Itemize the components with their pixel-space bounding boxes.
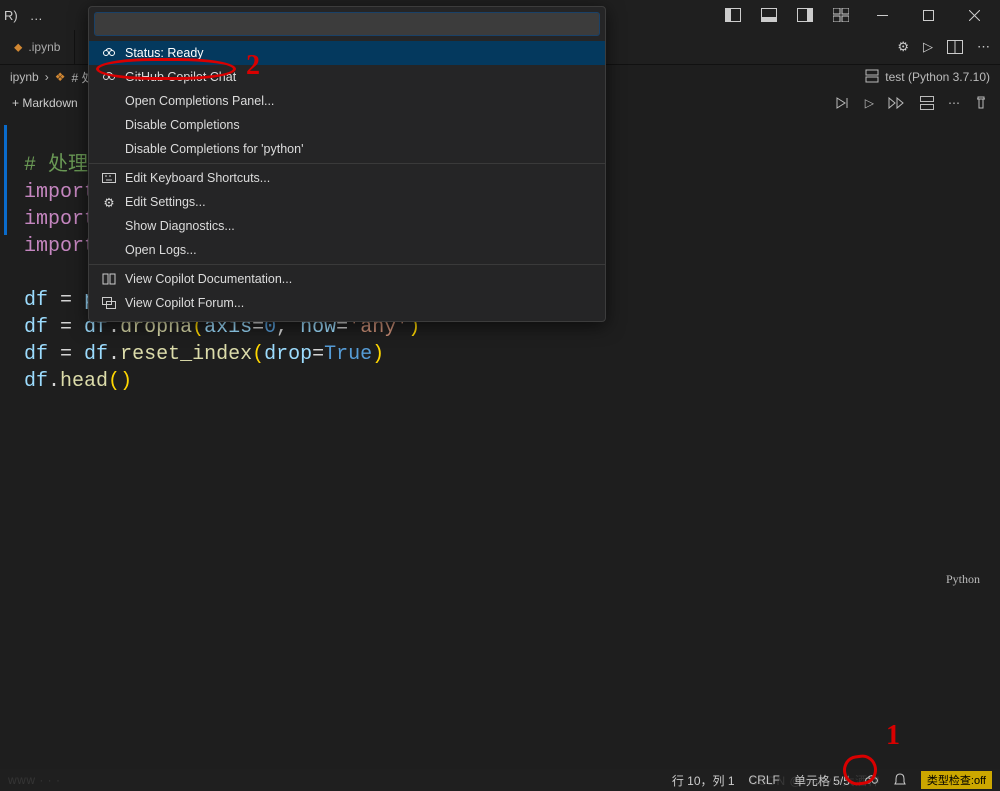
menu-item-edit-settings[interactable]: ⚙ Edit Settings... [89,190,605,214]
kernel-label: test (Python 3.7.10) [885,70,990,84]
menu-item-label: View Copilot Documentation... [125,272,292,286]
layout-secondary-icon[interactable] [788,1,822,29]
menu-item-label: Show Diagnostics... [125,219,235,233]
breadcrumb-file[interactable]: ipynb [10,70,39,84]
minimize-icon[interactable] [860,1,904,29]
gear-icon: ⚙ [101,194,117,210]
tab-label: .ipynb [28,40,60,54]
run-by-line-icon[interactable] [835,96,851,110]
cell-active-indicator [4,125,7,235]
footer-watermark: CSDN @wenvin大酒神 [750,772,880,789]
menu-item-status[interactable]: Status: Ready [89,41,605,65]
copilot-icon [101,45,117,61]
footer-watermark-left: www · · · [8,773,61,787]
menu-item-label: Open Logs... [125,243,197,257]
menu-item-label: Disable Completions for 'python' [125,142,303,156]
title-ellipsis[interactable]: … [30,8,43,23]
execute-cell-icon[interactable]: ▷ [865,96,874,110]
execute-below-icon[interactable] [888,96,906,110]
menu-item-label: Disable Completions [125,118,240,132]
code-line-2: import [24,181,96,204]
layout-primary-icon[interactable] [716,1,750,29]
menu-item-view-forum[interactable]: View Copilot Forum... [89,291,605,315]
menu-item-show-diagnostics[interactable]: Show Diagnostics... [89,214,605,238]
notebook-icon: ⬥ [14,40,22,55]
menu-item-view-docs[interactable]: View Copilot Documentation... [89,267,605,291]
forum-icon [101,295,117,311]
menu-item-label: Open Completions Panel... [125,94,274,108]
split-icon[interactable] [947,40,963,54]
menu-item-disable-python[interactable]: Disable Completions for 'python' [89,137,605,161]
code-line-4: import [24,235,96,258]
keyboard-icon [101,170,117,186]
title-fragment: R) [4,8,18,23]
palette-input[interactable] [95,13,599,35]
menu-item-open-logs[interactable]: Open Logs... [89,238,605,262]
code-line-1: # 处理 [24,154,88,177]
layout-panel-icon[interactable] [752,1,786,29]
more-icon[interactable]: ⋯ [977,39,990,55]
menu-item-open-completions[interactable]: Open Completions Panel... [89,89,605,113]
menu-separator [89,264,605,265]
chevron-right-icon: › [45,70,49,84]
add-markdown-button[interactable]: + Markdown [12,96,78,110]
menu-item-label: View Copilot Forum... [125,296,244,310]
status-line-col[interactable]: 行 10，列 1 [672,772,735,789]
cell-more-icon[interactable]: ⋯ [948,96,960,110]
status-typecheck[interactable]: 类型检查:off [921,771,992,789]
server-icon [865,69,879,86]
kernel-selector[interactable]: test (Python 3.7.10) [865,69,990,86]
annotation-label-1: 1 [886,720,900,752]
menu-item-label: Status: Ready [125,46,204,60]
code-line-3: import [24,208,96,231]
tab-ipynb[interactable]: ⬥ .ipynb [0,30,75,64]
maximize-icon[interactable] [906,1,950,29]
close-icon[interactable] [952,1,996,29]
menu-item-label: Edit Settings... [125,195,206,209]
delete-cell-icon[interactable] [974,96,988,110]
menu-item-edit-shortcuts[interactable]: Edit Keyboard Shortcuts... [89,166,605,190]
menu-item-label: Edit Keyboard Shortcuts... [125,171,270,185]
gear-icon[interactable]: ⚙ [897,39,909,55]
menu-item-copilot-chat[interactable]: GitHub Copilot Chat [89,65,605,89]
split-cell-icon[interactable] [920,96,934,110]
code-line-8: df.head() [24,370,132,393]
book-icon [101,271,117,287]
cell-icon: ❖ [55,70,66,84]
code-line-7: df = df.reset_index(drop=True) [24,343,384,366]
notifications-icon[interactable] [893,773,907,787]
menu-separator [89,163,605,164]
copilot-menu: Status: Ready GitHub Copilot Chat Open C… [88,6,606,322]
run-icon[interactable]: ▷ [923,39,933,55]
customize-layout-icon[interactable] [824,1,858,29]
status-bar: www · · · 行 10，列 1 CRLF 单元格 5/5 CSDN @we… [0,769,1000,791]
copilot-icon [101,69,117,85]
menu-item-label: GitHub Copilot Chat [125,70,236,84]
menu-item-disable-completions[interactable]: Disable Completions [89,113,605,137]
